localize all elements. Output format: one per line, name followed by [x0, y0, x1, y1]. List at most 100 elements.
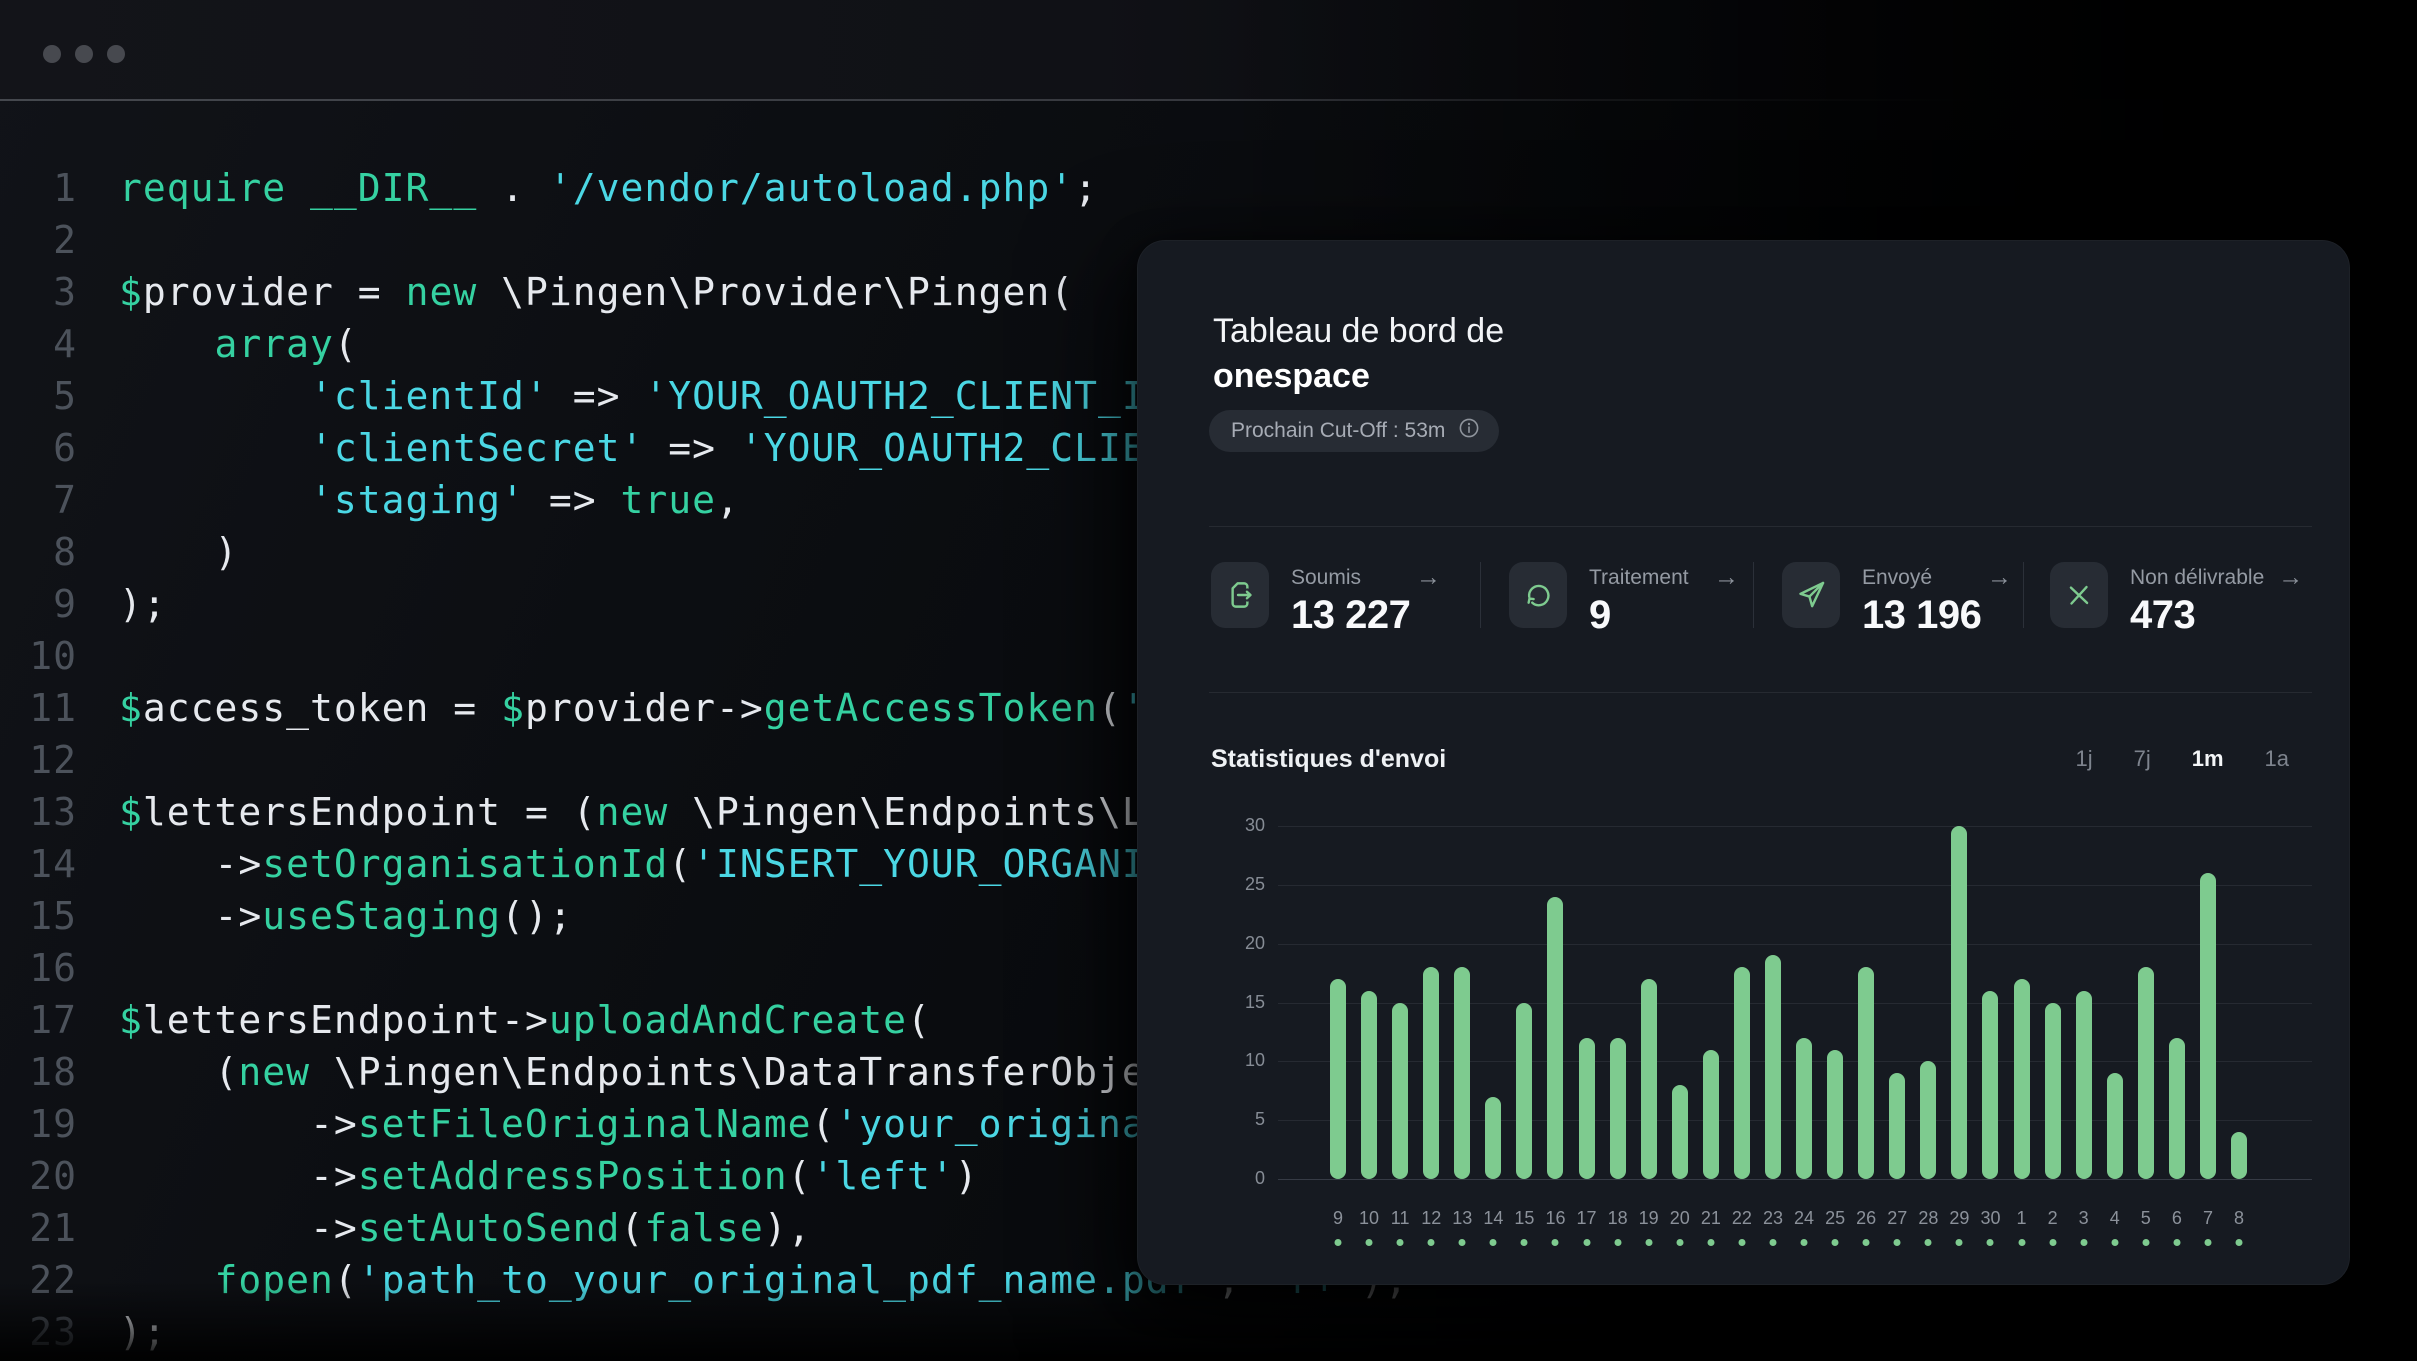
code-text: array( [119, 318, 358, 370]
x-axis-dot [2111, 1239, 2118, 1246]
stat-label-row: Envoyé→ [1862, 562, 2012, 590]
line-number: 15 [0, 890, 77, 942]
arrow-right-icon[interactable]: → [1416, 565, 1441, 590]
stat-value: 13 196 [1862, 593, 2012, 638]
x-axis-label: 27 [1887, 1208, 1907, 1229]
x-axis-label: 5 [2141, 1208, 2151, 1229]
x-axis-label: 16 [1545, 1208, 1565, 1229]
y-axis-label: 5 [1205, 1109, 1265, 1130]
gridline [1278, 1179, 2312, 1180]
stat-card-envoy-[interactable]: Envoyé→ 13 196 [1782, 562, 2012, 638]
arrow-right-icon[interactable]: → [2278, 565, 2303, 590]
x-axis-dot [1738, 1239, 1745, 1246]
bar [2045, 1003, 2061, 1180]
line-number: 2 [0, 214, 77, 266]
x-axis-dot [2236, 1239, 2243, 1246]
arrow-right-icon[interactable]: → [1987, 565, 2012, 590]
bar [1703, 1050, 1719, 1179]
code-text: require __DIR__ . '/vendor/autoload.php'… [119, 162, 1098, 214]
x-axis-dot [1956, 1239, 1963, 1246]
line-number: 4 [0, 318, 77, 370]
line-number: 10 [0, 630, 77, 682]
line-number: 19 [0, 1098, 77, 1150]
window-control-dot[interactable] [75, 45, 93, 63]
range-tab-1j[interactable]: 1j [2075, 746, 2092, 772]
x-axis-dot [2173, 1239, 2180, 1246]
range-tab-1m[interactable]: 1m [2192, 746, 2224, 772]
cross-icon [2062, 578, 2096, 612]
bar [1516, 1003, 1532, 1180]
y-axis-label: 30 [1205, 815, 1265, 836]
x-axis-label: 15 [1514, 1208, 1534, 1229]
stat-card-traitement[interactable]: Traitement→9 [1509, 562, 1739, 638]
bar [1641, 979, 1657, 1179]
x-axis-dot [2204, 1239, 2211, 1246]
arrow-right-icon[interactable]: → [1714, 565, 1739, 590]
x-axis-label: 1 [2017, 1208, 2027, 1229]
x-axis-label: 9 [1333, 1208, 1343, 1229]
x-axis-label: 22 [1732, 1208, 1752, 1229]
stat-content: Non délivrable→473 [2130, 562, 2303, 638]
stat-icon-tile [1211, 562, 1269, 628]
line-number: 7 [0, 474, 77, 526]
x-axis-dot [2080, 1239, 2087, 1246]
line-number: 6 [0, 422, 77, 474]
bar [2076, 991, 2092, 1179]
x-axis-dot [1366, 1239, 1373, 1246]
bar [1920, 1061, 1936, 1179]
stat-label: Traitement [1589, 566, 1689, 590]
line-number: 8 [0, 526, 77, 578]
cutoff-badge[interactable]: Prochain Cut-Off : 53m [1209, 410, 1499, 452]
stat-divider [2023, 562, 2024, 628]
window-control-dot[interactable] [43, 45, 61, 63]
line-number: 1 [0, 162, 77, 214]
y-axis-label: 20 [1205, 933, 1265, 954]
code-text: ); [119, 578, 167, 630]
gridline [1278, 944, 2312, 945]
time-range-selector: 1j 7j 1m 1a [2075, 746, 2289, 772]
x-axis-dot [1521, 1239, 1528, 1246]
x-axis-dot [2142, 1239, 2149, 1246]
stat-label-row: Traitement → [1589, 562, 1739, 590]
bar [2231, 1132, 2247, 1179]
bar [1454, 967, 1470, 1179]
x-axis-dot [1707, 1239, 1714, 1246]
cutoff-badge-label: Prochain Cut-Off : 53m [1231, 419, 1445, 443]
line-number: 5 [0, 370, 77, 422]
bar [2014, 979, 2030, 1179]
code-text: ); [119, 1306, 167, 1358]
code-text: $provider = new \Pingen\Provider\Pingen( [119, 266, 1074, 318]
range-tab-7j[interactable]: 7j [2134, 746, 2151, 772]
x-axis-label: 7 [2203, 1208, 2213, 1229]
line-number: 3 [0, 266, 77, 318]
x-axis-label: 11 [1391, 1208, 1410, 1229]
x-axis-label: 21 [1701, 1208, 1721, 1229]
x-axis-dot [1335, 1239, 1342, 1246]
x-axis-label: 28 [1918, 1208, 1938, 1229]
stat-value: 13 227 [1291, 593, 1441, 638]
x-axis-label: 24 [1794, 1208, 1814, 1229]
stat-icon-tile [2050, 562, 2108, 628]
line-number: 21 [0, 1202, 77, 1254]
stat-card-non-d-livrable[interactable]: Non délivrable→473 [2050, 562, 2303, 638]
x-axis-label: 14 [1483, 1208, 1503, 1229]
code-text: 'staging' => true, [119, 474, 740, 526]
bar [1579, 1038, 1595, 1179]
range-tab-1a[interactable]: 1a [2265, 746, 2289, 772]
window-titlebar [0, 0, 2417, 99]
x-axis-label: 30 [1980, 1208, 2000, 1229]
x-axis-dot [1459, 1239, 1466, 1246]
screenshot-root: 1 require __DIR__ . '/vendor/autoload.php… [0, 0, 2417, 1361]
line-number: 23 [0, 1306, 77, 1358]
info-icon[interactable] [1457, 416, 1481, 446]
divider-bottom [1209, 692, 2312, 693]
line-number: 16 [0, 942, 77, 994]
bar [1672, 1085, 1688, 1179]
x-axis-dot [1490, 1239, 1497, 1246]
x-axis-dot [1552, 1239, 1559, 1246]
send-icon [1794, 578, 1828, 612]
stat-divider [1753, 562, 1754, 628]
stat-card-soumis[interactable]: Soumis→13 227 [1211, 562, 1441, 638]
code-text: ->useStaging(); [119, 890, 573, 942]
window-control-dot[interactable] [107, 45, 125, 63]
